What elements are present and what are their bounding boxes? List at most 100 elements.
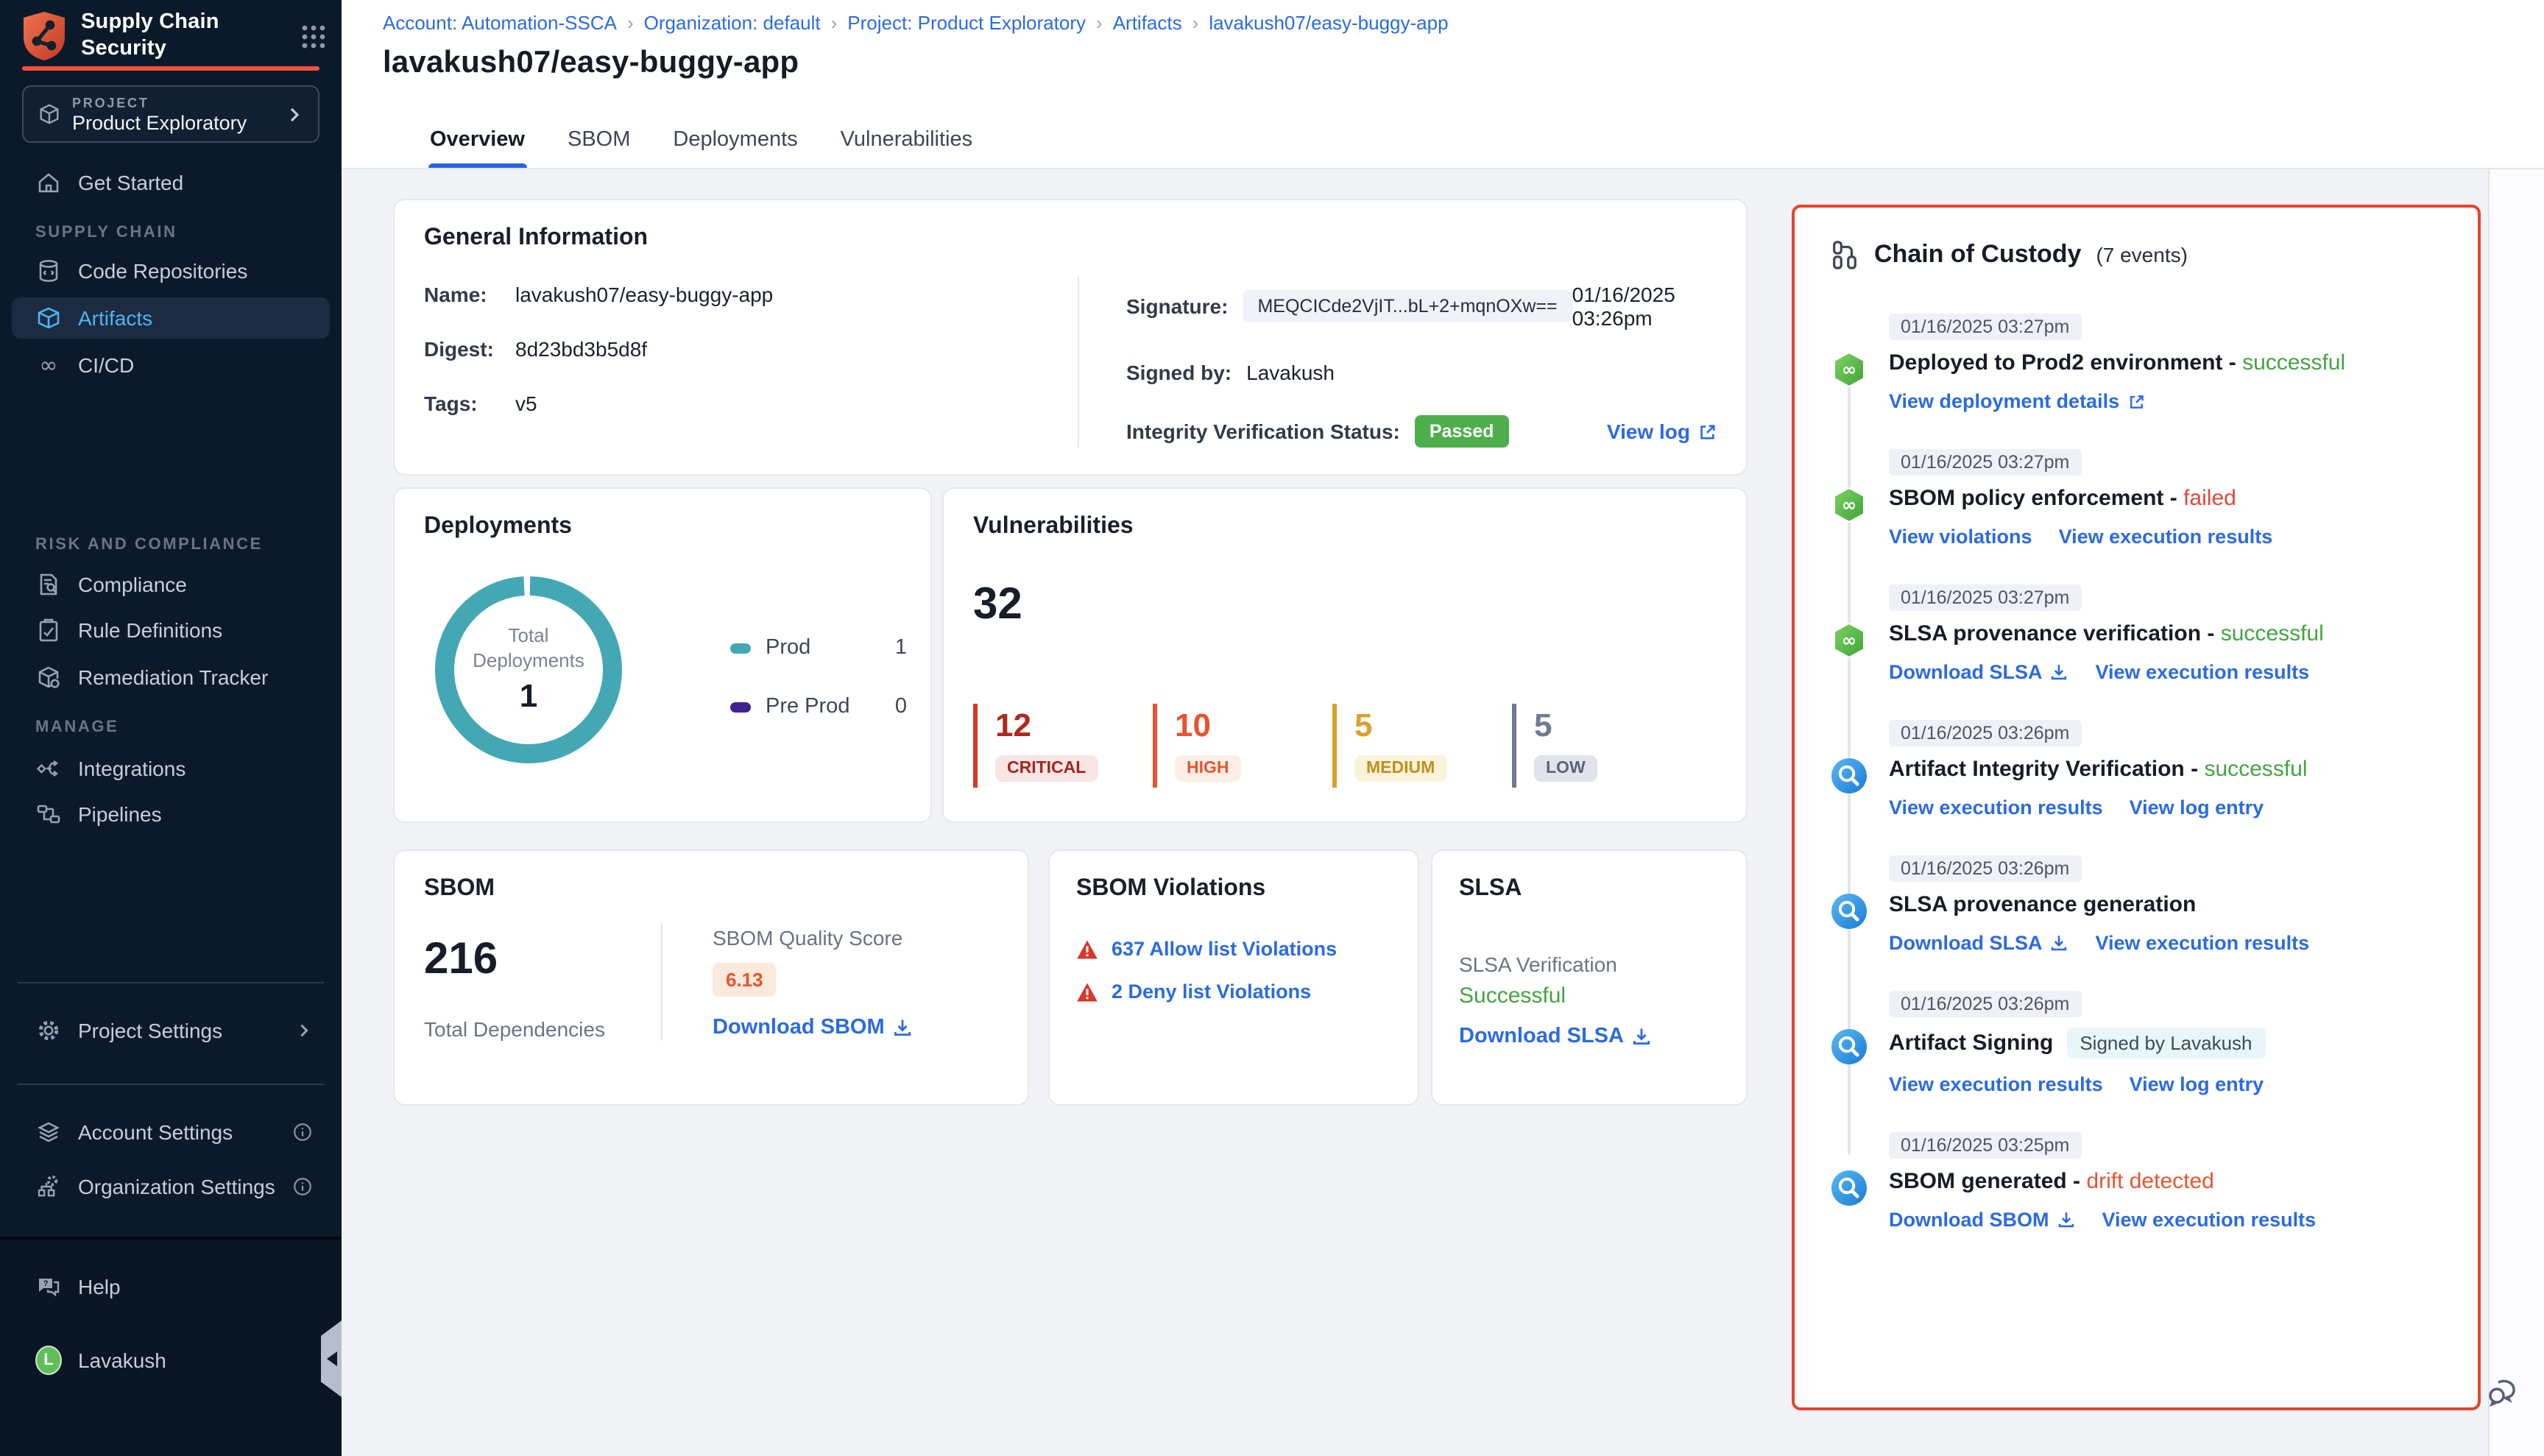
tab-deployments[interactable]: Deployments [671,128,799,168]
sidebar-item-label: CI/CD [78,353,134,377]
download-icon [2050,662,2069,682]
tags-label: Tags: [424,392,515,415]
share-nodes-icon [35,757,62,780]
event-title: SBOM generated [1889,1169,2067,1194]
breadcrumb-artifact[interactable]: lavakush07/easy-buggy-app [1209,12,1448,34]
database-icon [35,259,62,283]
breadcrumb-organization[interactable]: Organization: default [644,12,821,34]
view-log-entry-link[interactable]: View log entry [2130,796,2264,819]
support-chat-icon[interactable] [2485,1377,2520,1412]
breadcrumb-account[interactable]: Account: Automation-SSCA [383,12,617,34]
chain-events-count: (7 events) [2096,243,2188,266]
tab-vulnerabilities[interactable]: Vulnerabilities [839,128,974,168]
allow-list-violations-link[interactable]: 637 Allow list Violations [1112,938,1337,960]
tab-sbom[interactable]: SBOM [566,128,632,168]
sbom-card: SBOM 216 Total Dependencies SBOM Quality… [393,849,1029,1106]
scan-event-icon [1830,757,1868,795]
pre-prod-swatch [730,702,751,712]
project-kicker: PROJECT [72,95,286,110]
divider [18,982,324,983]
info-icon [293,1177,312,1196]
sidebar-item-help[interactable]: ? Help [12,1266,330,1307]
event-timestamp: 01/16/2025 03:26pm [1889,855,2081,882]
sidebar-user[interactable]: L Lavakush [12,1340,330,1381]
donut-value: 1 [520,677,538,715]
sitemap-icon [35,1175,62,1198]
view-execution-results-link[interactable]: View execution results [2096,932,2310,954]
view-deployment-details-link[interactable]: View deployment details [1889,390,2144,412]
download-icon [2050,933,2069,953]
signed-by-badge: Signed by Lavakush [2066,1028,2265,1059]
card-title: Vulnerabilities [973,514,1717,540]
view-execution-results-link[interactable]: View execution results [2102,1209,2317,1231]
breadcrumb-artifacts[interactable]: Artifacts [1113,12,1182,34]
download-slsa-link[interactable]: Download SLSA [1889,932,2069,954]
sidebar-item-integrations[interactable]: Integrations [12,748,330,789]
event-timestamp: 01/16/2025 03:27pm [1889,314,2081,340]
sidebar-item-get-started[interactable]: Get Started [12,162,330,203]
pipeline-event-icon: ∞ [1830,621,1868,660]
prod-swatch [730,643,751,653]
event-status: successful [2204,757,2307,782]
event-title: Artifact Signing [1889,1031,2053,1056]
sbom-quality-label: SBOM Quality Score [713,926,998,950]
signature-value[interactable]: MEQCICde2VjIT...bL+2+mqnOXw== [1243,290,1572,322]
custody-event: ∞ 01/16/2025 03:27pm SLSA provenance ver… [1830,584,2442,683]
sidebar-item-label: Artifacts [78,306,152,330]
page-header: Account: Automation-SSCA›Organization: d… [342,0,2544,169]
tab-overview[interactable]: Overview [428,128,526,168]
section-label-manage: MANAGE [35,718,119,736]
deny-list-violations-link[interactable]: 2 Deny list Violations [1112,980,1311,1003]
app-grid-icon[interactable] [300,23,327,49]
breadcrumb-project[interactable]: Project: Product Exploratory [847,12,1086,34]
view-execution-results-link[interactable]: View execution results [1889,1073,2103,1095]
card-title: SBOM Violations [1076,876,1391,902]
view-violations-link[interactable]: View violations [1889,526,2032,548]
project-name: Product Exploratory [72,111,286,133]
download-sbom-link[interactable]: Download SBOM [1889,1209,2076,1231]
view-log-entry-link[interactable]: View log entry [2130,1073,2264,1095]
view-execution-results-link[interactable]: View execution results [2059,526,2273,548]
event-title: SLSA provenance verification [1889,621,2201,646]
download-icon [2057,1210,2076,1229]
sidebar-item-compliance[interactable]: Compliance [12,564,330,605]
sidebar-item-account-settings[interactable]: Account Settings [12,1112,330,1153]
view-execution-results-link[interactable]: View execution results [2096,661,2310,683]
svg-text:?: ? [43,1279,49,1288]
signature-date: 01/16/2025 03:26pm [1572,283,1717,330]
event-status: drift detected [2086,1169,2213,1194]
sbom-total-label: Total Dependencies [424,1017,661,1041]
slsa-verification-status: Successful [1459,983,1720,1008]
sidebar-item-project-settings[interactable]: Project Settings [12,1010,330,1051]
sidebar-item-organization-settings[interactable]: Organization Settings [12,1166,330,1207]
sidebar-item-cicd[interactable]: ∞ CI/CD [12,344,330,386]
breadcrumb: Account: Automation-SSCA›Organization: d… [383,12,1449,34]
divider [18,1084,324,1085]
right-gutter [2490,169,2544,1456]
clipboard-check-icon [35,618,62,642]
sidebar-item-artifacts[interactable]: Artifacts [12,297,330,339]
main-content: General Information Name:lavakush07/easy… [342,169,2544,1456]
event-status: failed [2183,486,2236,511]
vulnerabilities-card: Vulnerabilities 32 12 CRITICAL 10 HIGH 5… [942,487,1748,823]
sidebar-item-code-repositories[interactable]: Code Repositories [12,250,330,291]
download-slsa-link[interactable]: Download SLSA [1459,1025,1652,1048]
name-value: lavakush07/easy-buggy-app [515,283,773,306]
event-title: Deployed to Prod2 environment [1889,350,2222,375]
sidebar-item-label: Integrations [78,757,186,780]
sidebar-item-remediation-tracker[interactable]: Remediation Tracker [12,657,330,698]
download-slsa-link[interactable]: Download SLSA [1889,661,2069,683]
view-log-link[interactable]: View log [1607,420,1717,443]
project-selector[interactable]: PROJECT Product Exploratory [22,85,319,143]
sidebar: Supply ChainSecurity PROJECT Product Exp… [0,0,342,1456]
sidebar-item-pipelines[interactable]: Pipelines [12,794,330,835]
view-execution-results-link[interactable]: View execution results [1889,796,2103,819]
sidebar-item-rule-definitions[interactable]: Rule Definitions [12,609,330,651]
sidebar-item-label: Compliance [78,573,187,596]
sbom-quality-score: 6.13 [713,963,777,997]
sidebar-item-label: Get Started [78,171,183,194]
info-icon [293,1123,312,1142]
allow-list-violations-row: 637 Allow list Violations [1076,938,1391,960]
download-sbom-link[interactable]: Download SBOM [713,1016,913,1039]
name-label: Name: [424,283,515,306]
